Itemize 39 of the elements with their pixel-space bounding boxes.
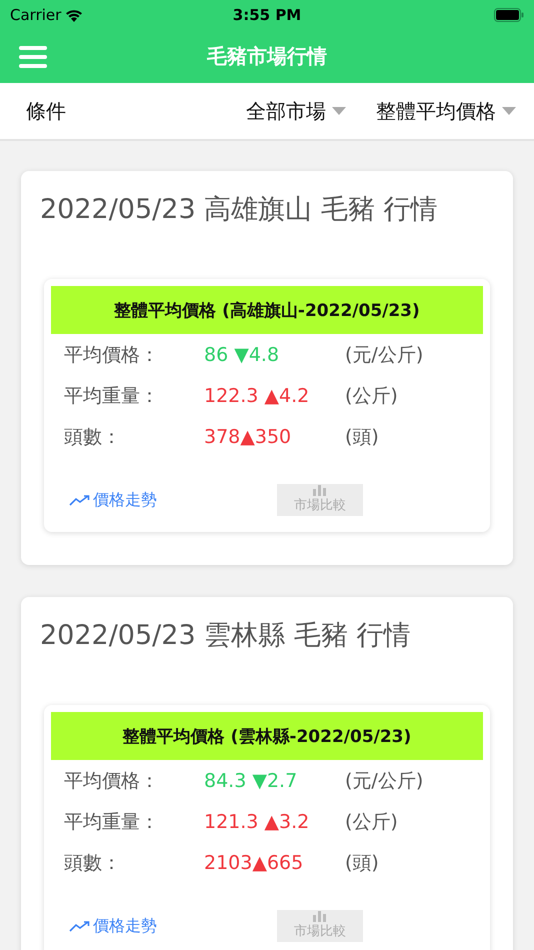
trend-icon (69, 920, 91, 932)
stat-label: 平均價格： (64, 769, 160, 794)
price-trend-link[interactable]: 價格走勢 (69, 916, 277, 936)
caret-icon (332, 107, 346, 115)
stat-value: 121.3 ▲3.2 (204, 810, 310, 835)
stat-unit: (公斤) (345, 384, 399, 409)
filter-label: 條件 (26, 98, 67, 124)
stat-unit: (頭) (345, 425, 380, 450)
wifi-icon (65, 8, 84, 22)
stat-value: 86 ▼4.8 (204, 343, 280, 368)
stat-unit: (公斤) (345, 810, 399, 835)
caret-icon (502, 107, 516, 115)
bar-chart-icon (313, 911, 327, 922)
panel-title: 整體平均價格 (雲林縣-2022/05/23) (51, 712, 483, 760)
stat-value: 2103▲665 (204, 851, 304, 876)
price-trend-link[interactable]: 價格走勢 (69, 490, 277, 510)
panel-title: 整體平均價格 (高雄旗山-2022/05/23) (51, 286, 483, 334)
trend-icon (69, 494, 91, 506)
filter-dropdown[interactable]: 整體平均價格 (376, 98, 516, 124)
stat-value: 84.3 ▼2.7 (204, 769, 298, 794)
stat-label: 平均價格： (64, 343, 160, 368)
carrier-label: Carrier (10, 6, 62, 24)
page-title: 毛豬市場行情 (207, 43, 327, 70)
card-title: 2022/05/23 高雄旗山 毛豬 行情 (40, 193, 438, 227)
status-time: 3:55 PM (232, 6, 302, 24)
stat-label: 平均重量： (64, 810, 160, 835)
filter-dropdown[interactable]: 全部市場 (246, 98, 346, 124)
stat-unit: (頭) (345, 851, 380, 876)
battery-icon (494, 8, 524, 22)
stat-value: 122.3 ▲4.2 (204, 384, 310, 409)
stat-label: 頭數： (64, 425, 122, 450)
bar-chart-icon (313, 485, 327, 496)
card-title: 2022/05/23 雲林縣 毛豬 行情 (40, 619, 412, 653)
stat-label: 頭數： (64, 851, 122, 876)
stat-unit: (元/公斤) (345, 343, 424, 368)
menu-button[interactable] (19, 46, 47, 68)
stat-label: 平均重量： (64, 384, 160, 409)
stat-value: 378▲350 (204, 425, 292, 450)
stat-unit: (元/公斤) (345, 769, 424, 794)
